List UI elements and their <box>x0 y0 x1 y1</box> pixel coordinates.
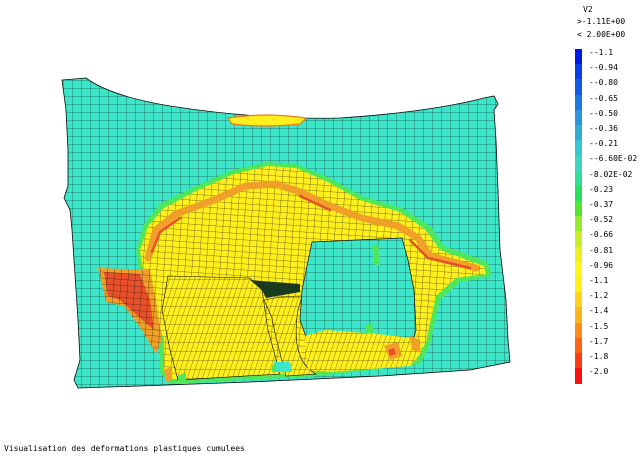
legend-swatch <box>575 307 582 324</box>
legend-tick-label: --0.50 <box>589 108 618 118</box>
legend-tick-label: --0.65 <box>589 93 618 103</box>
status-caption: Visualisation des deformations plastique… <box>4 444 245 453</box>
legend-level: -1.1 <box>574 276 640 293</box>
legend-min-label: >-1.11E+00 <box>577 17 626 26</box>
legend-variable-name: V2 <box>583 5 593 14</box>
legend-max-label: < 2.00E+00 <box>577 30 626 39</box>
legend-swatch <box>575 277 582 293</box>
legend-level: -2.0 <box>574 367 640 384</box>
legend-tick-label: -1.5 <box>589 321 609 331</box>
legend-tick-label: -0.81 <box>589 245 614 255</box>
legend-swatch <box>575 185 582 202</box>
legend-level: -0.37 <box>574 200 640 217</box>
legend-level: -0.52 <box>574 215 640 232</box>
legend-swatch <box>575 125 582 141</box>
legend-level: --0.21 <box>574 139 640 156</box>
legend-swatch <box>575 109 582 126</box>
legend-swatch <box>575 337 582 354</box>
legend-swatch <box>575 231 582 248</box>
legend-level: -1.5 <box>574 321 640 339</box>
legend-level: -0.23 <box>574 184 640 202</box>
legend-swatch <box>575 201 582 217</box>
fe-model-viewport[interactable] <box>0 0 640 456</box>
legend-tick-label: -1.4 <box>589 306 609 316</box>
legend-level: -1.4 <box>574 306 640 324</box>
top-strip-band <box>226 114 308 127</box>
legend-swatch <box>575 155 582 172</box>
legend-swatch <box>575 261 582 278</box>
legend-swatch <box>575 140 582 156</box>
legend-level: -1.7 <box>574 336 640 354</box>
legend-tick-label: --0.21 <box>589 139 618 149</box>
legend-level: --0.94 <box>574 63 640 80</box>
legend-tick-label: -1.2 <box>589 291 609 301</box>
legend-swatch <box>575 170 582 187</box>
legend-swatch <box>575 94 582 111</box>
legend-tick-label: --1.1 <box>589 48 614 57</box>
legend-tick-label: --0.80 <box>589 78 618 88</box>
legend-swatch <box>575 64 582 80</box>
legend-level: -8.02E-02 <box>574 169 640 187</box>
legend-level: -0.66 <box>574 230 640 248</box>
legend-tick-label: --6.60E-02 <box>589 154 638 164</box>
legend-level: -0.96 <box>574 260 640 278</box>
legend-tick-label: -0.66 <box>589 230 614 240</box>
legend-swatch <box>575 79 582 96</box>
legend-swatch <box>575 368 582 384</box>
legend-swatch <box>575 246 582 263</box>
legend-tick-label: --0.36 <box>589 124 618 133</box>
legend-tick-label: -8.02E-02 <box>589 169 633 179</box>
legend-tick-label: -0.96 <box>589 260 614 270</box>
legend-tick-label: -1.1 <box>589 276 609 285</box>
legend-level: -1.8 <box>574 352 640 369</box>
legend-swatch <box>575 216 582 232</box>
legend-tick-label: --0.94 <box>589 63 618 73</box>
legend-level: --0.80 <box>574 78 640 96</box>
legend-level: --0.50 <box>574 108 640 126</box>
legend-tick-label: -0.37 <box>589 200 614 209</box>
legend-level: -0.81 <box>574 245 640 263</box>
legend-swatch <box>575 49 582 65</box>
legend-swatch <box>575 322 582 339</box>
deformed-sheet-mesh <box>61 77 511 389</box>
legend-tick-label: -1.7 <box>589 336 609 346</box>
legend-tick-label: -0.52 <box>589 215 614 225</box>
legend-tick-label: -1.8 <box>589 352 609 361</box>
legend-level: -1.2 <box>574 291 640 308</box>
legend-level: --1.1 <box>574 48 640 65</box>
legend-tick-label: -0.23 <box>589 184 614 194</box>
legend-level: --0.36 <box>574 124 640 141</box>
legend-swatch <box>575 292 582 308</box>
legend-swatch <box>575 353 582 369</box>
legend-tick-label: -2.0 <box>589 367 609 377</box>
legend-level: --6.60E-02 <box>574 154 640 172</box>
legend-level: --0.65 <box>574 93 640 111</box>
